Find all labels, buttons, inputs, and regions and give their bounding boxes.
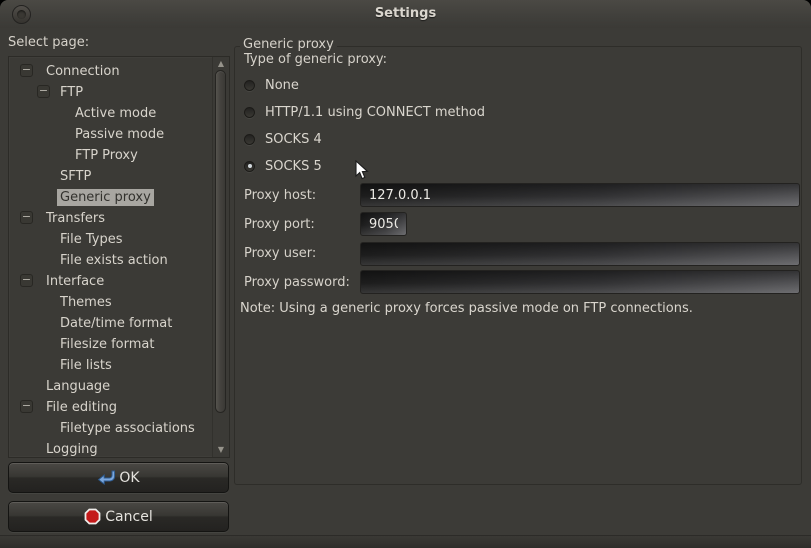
- proxy-user-input[interactable]: [360, 242, 800, 266]
- tree-item-connection[interactable]: − Connection: [10, 61, 212, 82]
- tree-item-file-exists-action[interactable]: File exists action: [10, 250, 212, 271]
- radio-label: None: [265, 78, 299, 93]
- collapse-icon[interactable]: −: [37, 85, 50, 98]
- cancel-button[interactable]: Cancel: [8, 501, 229, 532]
- scroll-down-icon[interactable]: ▼: [213, 445, 229, 455]
- tree-item-file-lists[interactable]: File lists: [10, 355, 212, 376]
- tree-item-label: Active mode: [72, 105, 159, 122]
- collapse-icon[interactable]: −: [20, 274, 33, 287]
- ok-button-label: OK: [119, 470, 139, 486]
- select-page-label: Select page:: [8, 35, 89, 50]
- proxy-host-input[interactable]: [360, 183, 800, 207]
- proxy-port-input[interactable]: [360, 212, 407, 236]
- proxy-password-label: Proxy password:: [244, 275, 350, 290]
- tree-item-label: File exists action: [57, 252, 171, 269]
- proxy-user-label: Proxy user:: [244, 246, 316, 261]
- settings-window: Settings Select page: − Connection − FTP…: [0, 0, 811, 548]
- proxy-note: Note: Using a generic proxy forces passi…: [240, 301, 693, 316]
- tree-item-label: Filetype associations: [57, 420, 198, 437]
- radio-option-none[interactable]: None: [244, 74, 299, 96]
- scroll-up-icon[interactable]: ▲: [213, 59, 229, 69]
- titlebar[interactable]: Settings: [0, 0, 811, 28]
- tree-item-ftp[interactable]: − FTP: [10, 82, 212, 103]
- tree-item-passive-mode[interactable]: Passive mode: [10, 124, 212, 145]
- tree-item-label: Filesize format: [57, 336, 157, 353]
- tree-item-ftp-proxy[interactable]: FTP Proxy: [10, 145, 212, 166]
- tree-item-filetype-associations[interactable]: Filetype associations: [10, 418, 212, 439]
- radio-checked-icon: [244, 161, 255, 172]
- tree-item-label: Logging: [43, 441, 101, 458]
- radio-icon: [244, 134, 255, 145]
- tree-item-label: File Types: [57, 231, 126, 248]
- window-bottom-edge: [0, 535, 811, 548]
- tree-item-label: File editing: [43, 399, 120, 416]
- proxy-port-label: Proxy port:: [244, 217, 315, 232]
- scroll-thumb[interactable]: [215, 70, 226, 413]
- tree-item-label: Date/time format: [57, 315, 175, 332]
- radio-icon: [244, 107, 255, 118]
- tree-item-label: Language: [43, 378, 113, 395]
- tree-item-label: Generic proxy: [57, 189, 154, 206]
- tree-item-file-editing[interactable]: − File editing: [10, 397, 212, 418]
- radio-option-socks5[interactable]: SOCKS 5: [244, 155, 322, 177]
- proxy-type-label: Type of generic proxy:: [244, 52, 387, 67]
- tree-item-interface[interactable]: − Interface: [10, 271, 212, 292]
- tree-item-label: Interface: [43, 273, 107, 290]
- radio-label: HTTP/1.1 using CONNECT method: [265, 105, 485, 120]
- tree-item-language[interactable]: Language: [10, 376, 212, 397]
- tree-scrollbar[interactable]: ▲ ▼: [212, 57, 229, 457]
- radio-option-http-connect[interactable]: HTTP/1.1 using CONNECT method: [244, 101, 485, 123]
- radio-label: SOCKS 5: [265, 159, 322, 174]
- window-title: Settings: [0, 6, 811, 21]
- return-icon: [97, 470, 115, 485]
- page-tree: − Connection − FTP Active mode Passive m…: [8, 56, 230, 458]
- cancel-button-label: Cancel: [105, 509, 152, 525]
- tree-item-label: Themes: [57, 294, 115, 311]
- tree-item-label: Passive mode: [72, 126, 167, 143]
- tree-item-label: Connection: [43, 63, 123, 80]
- radio-icon: [244, 80, 255, 91]
- tree-item-generic-proxy[interactable]: Generic proxy: [10, 187, 212, 208]
- tree-item-themes[interactable]: Themes: [10, 292, 212, 313]
- proxy-host-label: Proxy host:: [244, 188, 316, 203]
- tree-item-label: Transfers: [43, 210, 108, 227]
- tree-item-label: File lists: [57, 357, 115, 374]
- radio-label: SOCKS 4: [265, 132, 322, 147]
- groupbox-legend: Generic proxy: [240, 37, 337, 52]
- stop-icon: [84, 508, 101, 525]
- tree-item-filesize-format[interactable]: Filesize format: [10, 334, 212, 355]
- tree-item-label: SFTP: [57, 168, 94, 185]
- collapse-icon[interactable]: −: [20, 400, 33, 413]
- ok-button[interactable]: OK: [8, 462, 229, 493]
- tree-item-active-mode[interactable]: Active mode: [10, 103, 212, 124]
- tree-item-file-types[interactable]: File Types: [10, 229, 212, 250]
- tree-item-sftp[interactable]: SFTP: [10, 166, 212, 187]
- tree-item-date-time-format[interactable]: Date/time format: [10, 313, 212, 334]
- collapse-icon[interactable]: −: [20, 64, 33, 77]
- tree-item-transfers[interactable]: − Transfers: [10, 208, 212, 229]
- tree-item-label: FTP Proxy: [72, 147, 141, 164]
- proxy-password-input[interactable]: [360, 270, 800, 294]
- tree-item-label: FTP: [57, 84, 86, 101]
- tree-item-logging[interactable]: Logging: [10, 439, 212, 460]
- collapse-icon[interactable]: −: [20, 211, 33, 224]
- radio-option-socks4[interactable]: SOCKS 4: [244, 128, 322, 150]
